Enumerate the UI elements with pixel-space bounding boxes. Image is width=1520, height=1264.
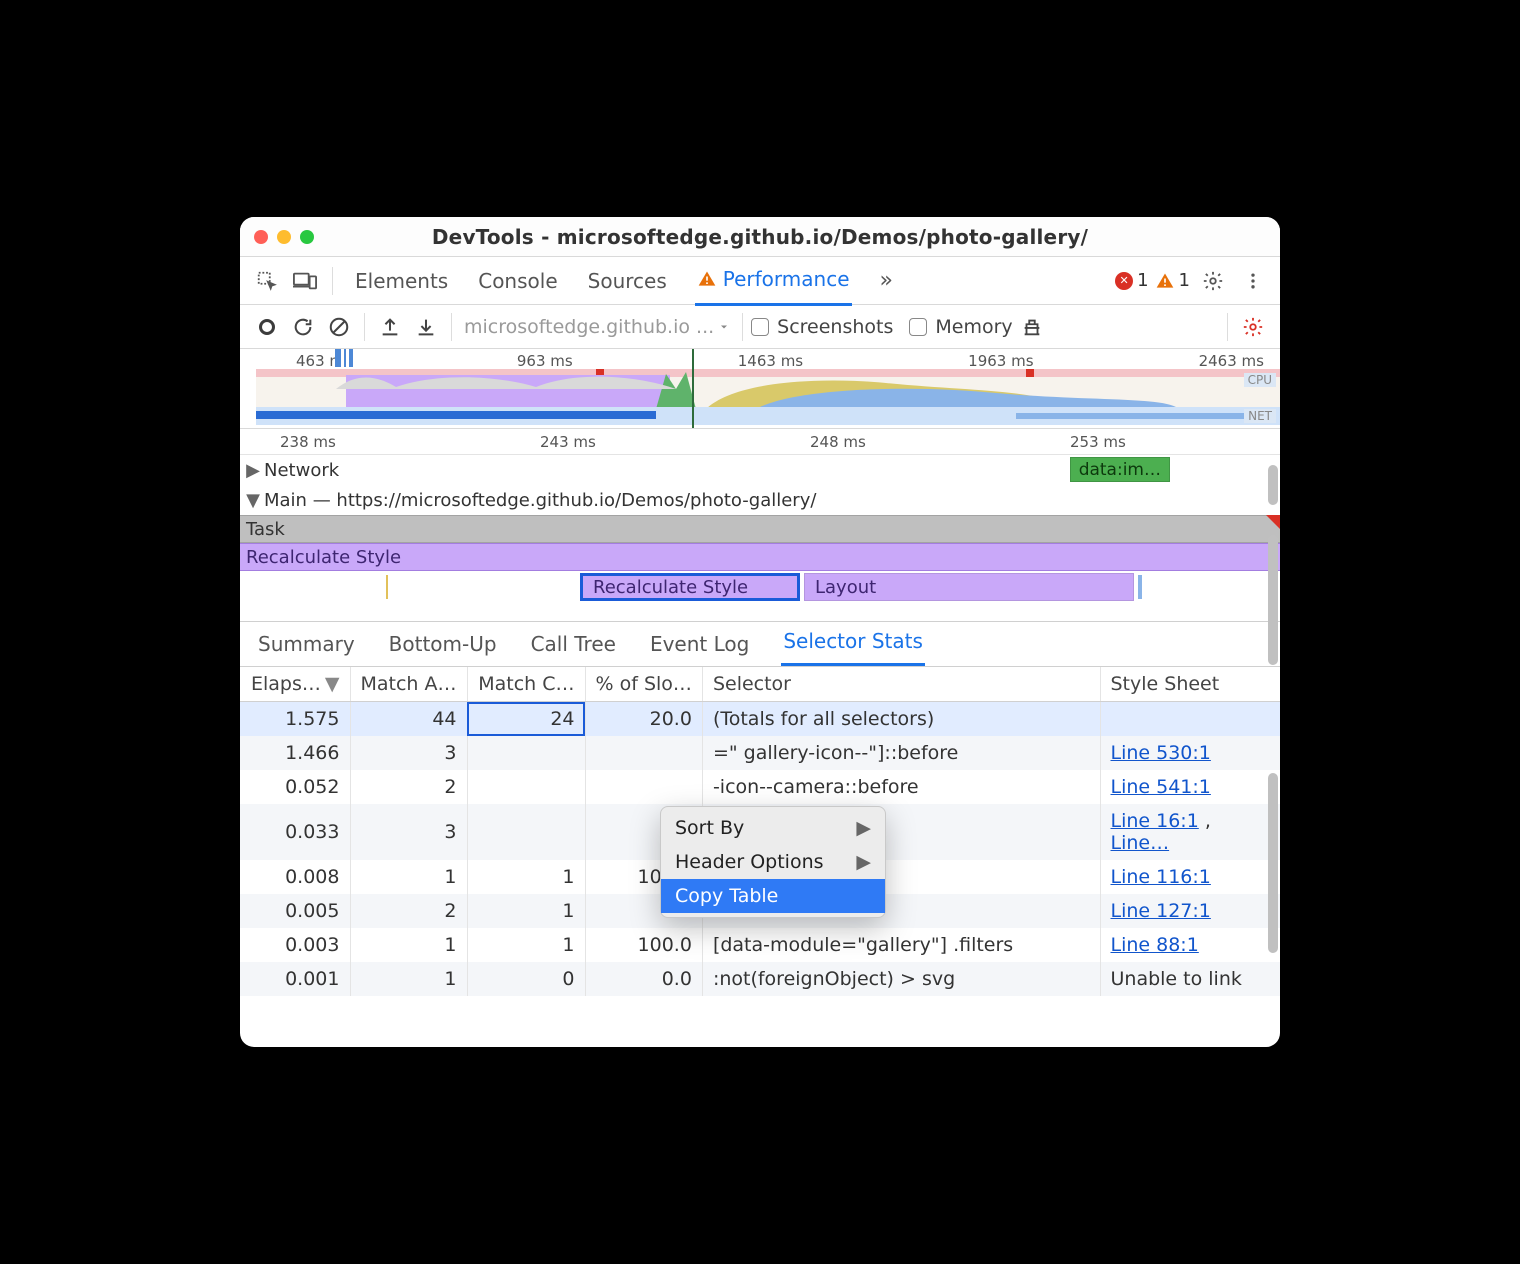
table-row[interactable]: 0.0522-icon--camera::beforeLine 541:1 xyxy=(240,770,1280,804)
table-row[interactable]: 1.4663=" gallery-icon--"]::beforeLine 53… xyxy=(240,736,1280,770)
overview-cursor xyxy=(692,349,694,428)
table-row[interactable]: 1.575442420.0(Totals for all selectors) xyxy=(240,702,1280,737)
reload-button[interactable] xyxy=(286,310,320,344)
cpu-overview xyxy=(256,369,1280,407)
scrollbar[interactable] xyxy=(1268,773,1278,953)
close-button[interactable] xyxy=(254,230,268,244)
device-toggle-icon[interactable] xyxy=(288,264,322,298)
dtab-summary[interactable]: Summary xyxy=(256,622,357,666)
col-elapsed[interactable]: Elaps…▼ xyxy=(240,667,350,702)
kebab-menu-icon[interactable] xyxy=(1236,264,1270,298)
memory-checkbox[interactable]: Memory xyxy=(909,316,1012,338)
stylesheet-link[interactable]: Line 88:1 xyxy=(1111,934,1199,956)
titlebar: DevTools - microsoftedge.github.io/Demos… xyxy=(240,217,1280,257)
dtab-selector-stats[interactable]: Selector Stats xyxy=(781,619,925,666)
tab-performance[interactable]: Performance xyxy=(695,255,852,306)
network-request-block[interactable]: data:im… xyxy=(1070,457,1170,482)
devtools-window: DevTools - microsoftedge.github.io/Demos… xyxy=(240,217,1280,1047)
menu-copy-table[interactable]: Copy Table xyxy=(661,879,885,913)
screenshots-checkbox[interactable]: Screenshots xyxy=(751,316,893,338)
network-track-header[interactable]: ▶ Network data:im… xyxy=(240,455,1280,485)
col-pct-slow[interactable]: % of Slo… xyxy=(585,667,702,702)
detail-ruler[interactable]: 238 ms 243 ms 248 ms 253 ms xyxy=(240,429,1280,455)
layout-block[interactable]: Layout xyxy=(804,573,1134,601)
scrollbar[interactable] xyxy=(1268,535,1278,665)
main-track-label: Main — https://microsoftedge.github.io/D… xyxy=(264,490,816,511)
error-badge[interactable]: 1 xyxy=(1115,270,1148,291)
capture-settings-icon[interactable] xyxy=(1236,310,1270,344)
col-match-count[interactable]: Match C… xyxy=(467,667,585,702)
overview-selection-handle[interactable] xyxy=(335,349,353,367)
clear-button[interactable] xyxy=(322,310,356,344)
tab-elements[interactable]: Elements xyxy=(353,257,450,305)
dtab-event-log[interactable]: Event Log xyxy=(648,622,751,666)
recalculate-style-selected[interactable]: Recalculate Style xyxy=(580,573,800,601)
dtab-bottom-up[interactable]: Bottom-Up xyxy=(387,622,499,666)
maximize-button[interactable] xyxy=(300,230,314,244)
menu-header-options[interactable]: Header Options ▶ xyxy=(661,845,885,879)
menu-sort-by[interactable]: Sort By ▶ xyxy=(661,811,885,845)
chevron-right-icon: ▶ xyxy=(856,851,871,873)
timeline-overview[interactable]: 463 ms 963 ms 1463 ms 1963 ms 2463 ms xyxy=(240,349,1280,429)
main-tabbar: Elements Console Sources Performance » 1… xyxy=(240,257,1280,305)
table-header-row: Elaps…▼ Match A… Match C… % of Slo… Sele… xyxy=(240,667,1280,702)
origin-dropdown[interactable]: microsoftedge.github.io ... xyxy=(460,316,734,338)
stylesheet-link[interactable]: Line 541:1 xyxy=(1111,776,1211,798)
overview-ticks: 463 ms 963 ms 1463 ms 1963 ms 2463 ms xyxy=(256,352,1280,370)
context-menu: Sort By ▶ Header Options ▶ Copy Table xyxy=(660,806,886,918)
inspect-icon[interactable] xyxy=(250,264,284,298)
stylesheet-link[interactable]: Line… xyxy=(1111,832,1170,854)
minimize-button[interactable] xyxy=(277,230,291,244)
collapse-icon[interactable]: ▼ xyxy=(246,490,260,511)
scrollbar[interactable] xyxy=(1268,465,1278,505)
main-track-header[interactable]: ▼ Main — https://microsoftedge.github.io… xyxy=(240,485,1280,515)
network-track-label: Network xyxy=(264,460,339,481)
download-button[interactable] xyxy=(409,310,443,344)
flame-tracks: ▶ Network data:im… ▼ Main — https://micr… xyxy=(240,455,1280,603)
dtab-call-tree[interactable]: Call Tree xyxy=(529,622,618,666)
col-match-attempts[interactable]: Match A… xyxy=(350,667,467,702)
chevron-right-icon: ▶ xyxy=(856,817,871,839)
warning-count: 1 xyxy=(1179,270,1190,291)
collect-garbage-icon[interactable] xyxy=(1015,310,1049,344)
window-title: DevTools - microsoftedge.github.io/Demos… xyxy=(314,225,1206,249)
table-row[interactable]: 0.00311100.0[data-module="gallery"] .fil… xyxy=(240,928,1280,962)
flame-row: Recalculate Style Layout xyxy=(240,571,1280,603)
stylesheet-link[interactable]: Line 116:1 xyxy=(1111,866,1211,888)
tab-sources[interactable]: Sources xyxy=(586,257,669,305)
tabs-overflow[interactable]: » xyxy=(878,256,895,305)
detail-tabs: Summary Bottom-Up Call Tree Event Log Se… xyxy=(240,621,1280,667)
upload-button[interactable] xyxy=(373,310,407,344)
stylesheet-link[interactable]: Line 127:1 xyxy=(1111,900,1211,922)
performance-toolbar: microsoftedge.github.io ... Screenshots … xyxy=(240,305,1280,349)
table-row[interactable]: 0.001100.0:not(foreignObject) > svgUnabl… xyxy=(240,962,1280,996)
stylesheet-link[interactable]: Line 16:1 xyxy=(1111,810,1199,832)
window-controls xyxy=(254,230,314,244)
settings-icon[interactable] xyxy=(1196,264,1230,298)
task-block[interactable]: Task xyxy=(240,515,1280,543)
error-count: 1 xyxy=(1137,270,1148,291)
net-overview xyxy=(256,407,1280,425)
warning-badge[interactable]: 1 xyxy=(1155,270,1190,291)
record-button[interactable] xyxy=(250,310,284,344)
tab-console[interactable]: Console xyxy=(476,257,559,305)
cpu-label: CPU xyxy=(1244,373,1276,387)
col-selector[interactable]: Selector xyxy=(702,667,1100,702)
net-label: NET xyxy=(1244,409,1276,423)
col-style-sheet[interactable]: Style Sheet xyxy=(1100,667,1280,702)
tab-performance-label: Performance xyxy=(723,267,850,291)
panel-tabs: Elements Console Sources Performance » xyxy=(343,255,895,306)
collapse-icon[interactable]: ▶ xyxy=(246,460,260,481)
recalculate-style-block[interactable]: Recalculate Style xyxy=(240,543,1280,571)
stylesheet-link[interactable]: Line 530:1 xyxy=(1111,742,1211,764)
